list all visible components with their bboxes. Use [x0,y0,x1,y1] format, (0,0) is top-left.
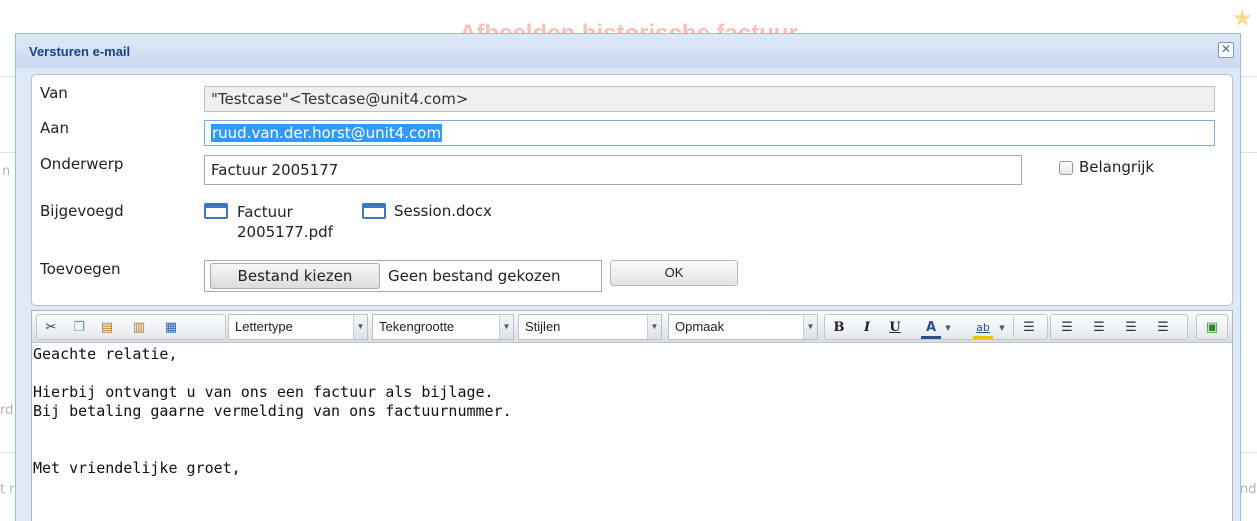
align-left-icon[interactable]: ☰ [1019,319,1039,337]
align-right-icon[interactable]: ☰ [1089,319,1109,337]
align-justify-icon[interactable]: ☰ [1153,319,1173,337]
background-text: n [2,164,11,179]
van-field: "Testcase"<Testcase@unit4.com> [204,86,1215,112]
paste-icon[interactable]: ▤ [97,319,117,337]
align-group: ☰ ☰ ☰ ☰ [1050,314,1188,340]
align-center-icon[interactable]: ☰ [1057,319,1077,337]
aan-field-value: ruud.van.der.horst@unit4.com [211,124,443,142]
star-icon: ★ [1231,4,1253,32]
cut-icon[interactable]: ✂ [41,319,61,337]
send-email-dialog: Versturen e-mail ✕ Van "Testcase"<Testca… [15,33,1241,521]
belangrijk-label: Belangrijk [1079,158,1155,176]
dialog-title: Versturen e-mail [29,44,131,59]
styles-combo[interactable]: Stijlen ▼ [518,314,662,340]
italic-button[interactable]: I [857,319,877,337]
choose-file-button[interactable]: Bestand kiezen [210,263,380,289]
onderwerp-label: Onderwerp [40,155,124,173]
dialog-header[interactable]: Versturen e-mail ✕ [16,34,1240,68]
aan-field[interactable]: ruud.van.der.horst@unit4.com [204,120,1215,146]
chevron-down-icon[interactable]: ▼ [647,315,661,339]
body-line [33,440,512,459]
body-line: Met vriendelijke groet, [33,459,241,477]
background-text: nd [1240,482,1257,497]
paste-text-icon[interactable]: ▥ [129,319,149,337]
chevron-down-icon[interactable]: ▼ [943,319,953,337]
attachment-link[interactable]: Session.docx [394,202,492,220]
highlight-button[interactable]: ab [973,319,993,339]
bold-button[interactable]: B [829,319,849,337]
van-label: Van [40,84,68,102]
align-justify-icon[interactable]: ☰ [1121,319,1141,337]
aan-label: Aan [40,119,69,137]
email-form: Van "Testcase"<Testcase@unit4.com> Aan r… [31,74,1233,306]
message-editor: ✂ ❐ ▤ ▥ ▦ Lettertype ▼ Tekengrootte ▼ St… [31,310,1233,521]
chevron-down-icon[interactable]: ▼ [353,315,367,339]
image-group: ▣ [1196,314,1228,340]
size-combo[interactable]: Tekengrootte ▼ [372,314,514,340]
file-input[interactable]: Bestand kiezen Geen bestand gekozen [204,260,602,292]
bijgevoegd-label: Bijgevoegd [40,202,124,220]
no-file-label: Geen bestand gekozen [388,267,561,285]
body-line [33,364,512,383]
body-line [33,421,512,440]
copy-icon[interactable]: ❐ [69,319,89,337]
body-line: Hierbij ontvangt u van ons een factuur a… [33,383,494,401]
divider [1013,317,1014,337]
chevron-down-icon[interactable]: ▼ [997,319,1007,337]
ok-button[interactable]: OK [610,260,738,286]
attachment-icon[interactable] [362,203,386,219]
toevoegen-label: Toevoegen [40,260,121,278]
clipboard-group: ✂ ❐ ▤ ▥ ▦ [36,314,226,340]
image-icon[interactable]: ▣ [1202,319,1222,337]
paste-word-icon[interactable]: ▦ [161,319,181,337]
chevron-down-icon[interactable]: ▼ [499,315,513,339]
attachment-icon[interactable] [204,203,228,219]
belangrijk-checkbox[interactable] [1059,161,1073,175]
background-text: t r [0,482,15,497]
format-combo[interactable]: Opmaak ▼ [668,314,818,340]
text-color-button[interactable]: A [921,319,941,339]
editor-toolbar: ✂ ❐ ▤ ▥ ▦ Lettertype ▼ Tekengrootte ▼ St… [32,311,1232,343]
onderwerp-field[interactable]: Factuur 2005177 [204,155,1022,185]
body-line: Geachte relatie, [33,345,178,363]
close-icon[interactable]: ✕ [1218,42,1234,58]
background-text: rd [0,403,14,418]
format-group: B I U A ▼ ab ▼ ☰ [824,314,1048,340]
body-line: Bij betaling gaarne vermelding van ons f… [33,402,512,420]
font-combo[interactable]: Lettertype ▼ [228,314,368,340]
attachment-link[interactable]: Factuur 2005177.pdf [237,202,333,242]
chevron-down-icon[interactable]: ▼ [803,315,817,339]
underline-button[interactable]: U [885,319,905,337]
message-body[interactable]: Geachte relatie, Hierbij ontvangt u van … [33,345,512,478]
